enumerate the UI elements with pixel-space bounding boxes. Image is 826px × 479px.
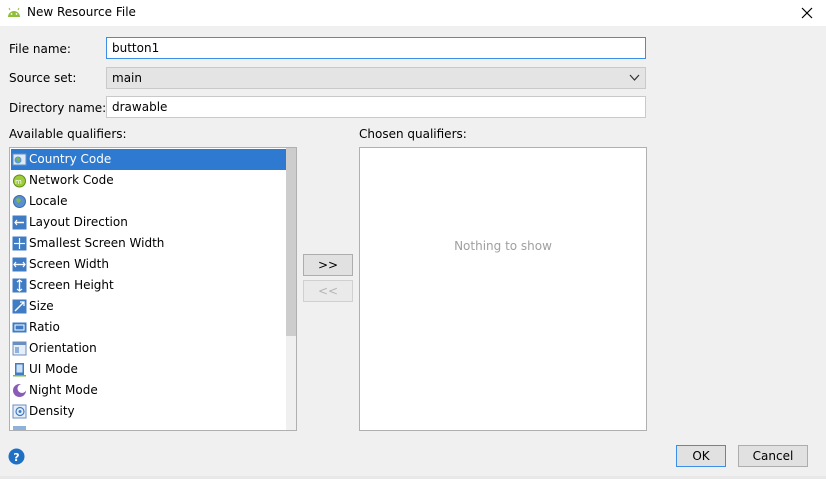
list-item-locale[interactable]: Locale <box>11 191 287 212</box>
network-code-icon: m <box>13 174 26 188</box>
list-item-layout-direction[interactable]: Layout Direction <box>11 212 287 233</box>
list-item-label: Night Mode <box>29 383 98 397</box>
orientation-icon <box>12 341 27 356</box>
remove-qualifier-button[interactable]: << <box>303 280 353 302</box>
night-mode-icon <box>13 384 27 397</box>
layout-direction-icon <box>12 215 27 230</box>
smallest-width-icon <box>12 236 27 251</box>
list-item-smallest-screen-width[interactable]: Smallest Screen Width <box>11 233 287 254</box>
list-item-screen-width[interactable]: Screen Width <box>11 254 287 275</box>
list-item-label: Locale <box>29 194 68 208</box>
add-qualifier-button[interactable]: >> <box>303 254 353 276</box>
directory-name-label: Directory name: <box>9 101 107 115</box>
list-item-country-code[interactable]: Country Code <box>11 149 287 170</box>
list-item-size[interactable]: Size <box>11 296 287 317</box>
list-item-ratio[interactable]: Ratio <box>11 317 287 338</box>
window-title: New Resource File <box>27 5 136 19</box>
list-item-screen-height[interactable]: Screen Height <box>11 275 287 296</box>
available-qualifiers-label: Available qualifiers: <box>9 127 127 141</box>
ui-mode-icon <box>13 363 26 377</box>
file-name-label: File name: <box>9 42 71 56</box>
globe-icon <box>13 195 26 208</box>
new-resource-file-dialog: New Resource File File name: Source set:… <box>0 0 826 479</box>
ok-button[interactable]: OK <box>676 445 726 467</box>
screen-width-icon <box>12 257 27 272</box>
list-item-label: Ratio <box>29 320 60 334</box>
directory-name-input[interactable] <box>106 96 646 118</box>
source-set-select[interactable]: main <box>106 67 646 89</box>
list-item-density[interactable]: Density <box>11 401 287 422</box>
list-item-label: Screen Height <box>29 278 114 292</box>
chevron-down-icon <box>629 74 640 81</box>
cancel-button[interactable]: Cancel <box>738 445 808 467</box>
list-item-label: Smallest Screen Width <box>29 236 165 250</box>
list-item-label: Network Code <box>29 173 114 187</box>
help-icon[interactable]: ? <box>8 448 25 465</box>
android-icon <box>8 7 20 17</box>
source-set-label: Source set: <box>9 71 77 85</box>
list-item-partial <box>11 422 287 430</box>
size-icon <box>12 299 27 314</box>
close-icon[interactable] <box>798 4 816 22</box>
list-item-label: Density <box>29 404 75 418</box>
empty-state-text: Nothing to show <box>454 239 552 253</box>
list-item-night-mode[interactable]: Night Mode <box>11 380 287 401</box>
density-icon <box>12 404 27 419</box>
list-item-label: Screen Width <box>29 257 109 271</box>
list-item-label: Country Code <box>29 152 112 166</box>
touch-icon <box>13 426 26 430</box>
list-item-label: Orientation <box>29 341 97 355</box>
available-qualifiers-list[interactable]: Country Code m Network Code Locale Layou… <box>9 147 297 431</box>
list-scrollbar-thumb[interactable] <box>286 148 296 336</box>
svg-text:m: m <box>15 178 22 186</box>
title-bar: New Resource File <box>0 0 826 26</box>
ratio-icon <box>12 322 27 333</box>
list-item-ui-mode[interactable]: UI Mode <box>11 359 287 380</box>
list-item-orientation[interactable]: Orientation <box>11 338 287 359</box>
chosen-qualifiers-label: Chosen qualifiers: <box>359 127 467 141</box>
list-item-label: UI Mode <box>29 362 78 376</box>
list-item-label: Layout Direction <box>29 215 128 229</box>
country-code-icon <box>12 153 27 166</box>
list-item-label: Size <box>29 299 54 313</box>
screen-height-icon <box>12 278 27 293</box>
file-name-input[interactable] <box>106 37 646 59</box>
list-item-network-code[interactable]: m Network Code <box>11 170 287 191</box>
source-set-value: main <box>112 71 142 85</box>
chosen-qualifiers-list[interactable]: Nothing to show <box>359 147 647 431</box>
svg-text:?: ? <box>13 451 19 464</box>
